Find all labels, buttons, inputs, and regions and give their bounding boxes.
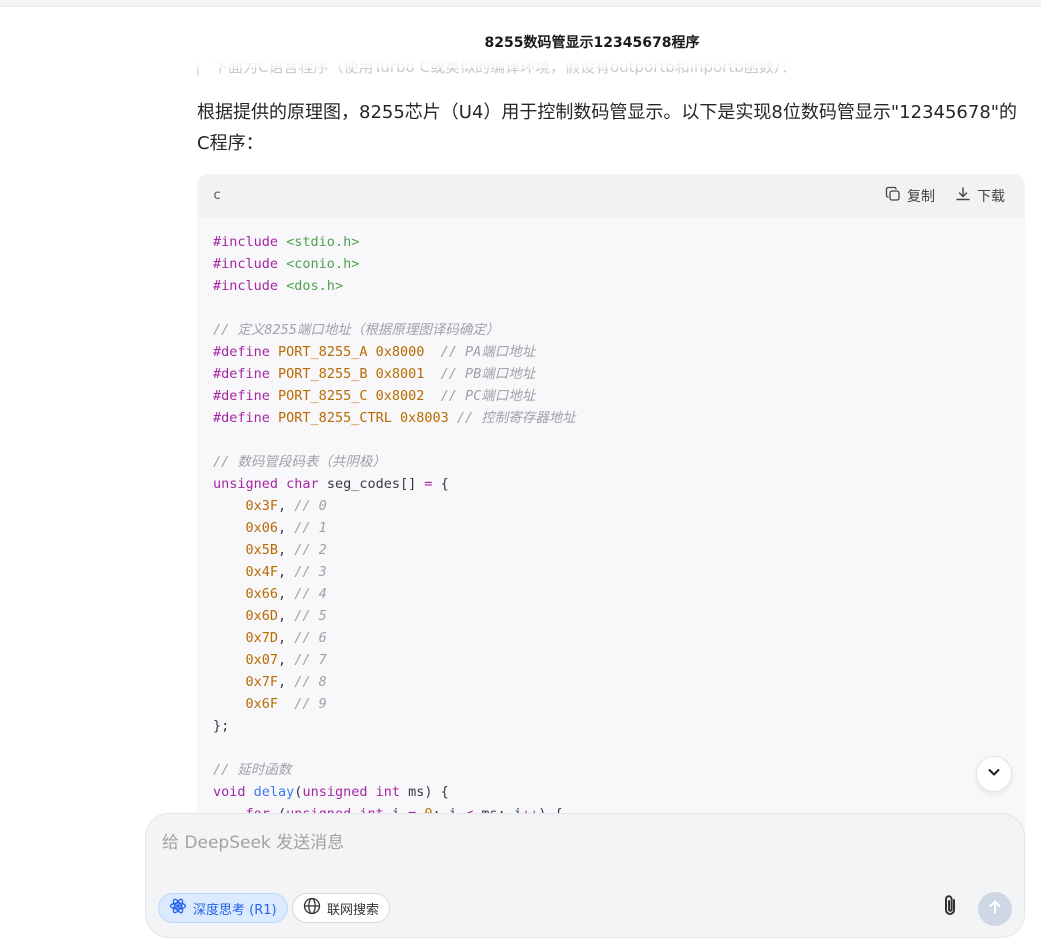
code-line: #define PORT_8255_CTRL 0x8003 // 控制寄存器地址 bbox=[213, 410, 576, 426]
page-title: 8255数码管显示12345678程序 bbox=[484, 35, 700, 51]
arrow-up-icon bbox=[987, 899, 1003, 919]
code-line: // 定义8255端口地址（根据原理图译码确定） bbox=[213, 322, 500, 338]
code-line: #include <dos.h> bbox=[213, 278, 344, 294]
download-button[interactable]: 下载 bbox=[955, 186, 1005, 206]
download-label: 下载 bbox=[977, 189, 1005, 205]
code-line: }; bbox=[213, 718, 230, 734]
message-composer: 深度思考 (R1) 联网搜索 bbox=[145, 813, 1025, 938]
code-line: 0x7D, // 6 bbox=[245, 630, 327, 646]
web-search-label: 联网搜索 bbox=[327, 902, 380, 918]
code-line: #include <stdio.h> bbox=[213, 234, 360, 250]
deep-think-icon bbox=[169, 897, 187, 919]
message-input[interactable] bbox=[160, 830, 944, 856]
fade-overlay bbox=[197, 58, 1017, 68]
code-line: 0x3F, // 0 bbox=[245, 498, 327, 514]
download-icon bbox=[955, 186, 971, 206]
code-line: #define PORT_8255_C 0x8002 // PC端口地址 bbox=[213, 388, 536, 404]
code-line: 0x6F // 9 bbox=[245, 696, 327, 712]
code-line: // 延时函数 bbox=[213, 762, 292, 778]
code-line: // 数码管段码表（共阴极） bbox=[213, 454, 386, 470]
web-search-toggle[interactable]: 联网搜索 bbox=[292, 893, 391, 923]
code-line: 0x6D, // 5 bbox=[245, 608, 327, 624]
deep-think-toggle[interactable]: 深度思考 (R1) bbox=[158, 893, 288, 923]
attach-button[interactable] bbox=[936, 893, 964, 923]
code-line: 0x07, // 7 bbox=[245, 652, 327, 668]
copy-button[interactable]: 复制 bbox=[885, 186, 935, 206]
code-line: 0x66, // 4 bbox=[245, 586, 327, 602]
copy-label: 复制 bbox=[907, 189, 935, 205]
paperclip-icon bbox=[939, 893, 961, 923]
code-block: c 复制 下载 #include <stdio.h> #include <con… bbox=[197, 174, 1025, 874]
code-line: #define PORT_8255_B 0x8001 // PB端口地址 bbox=[213, 366, 536, 382]
code-line: void delay(unsigned int ms) { bbox=[213, 784, 449, 800]
code-line: 0x06, // 1 bbox=[245, 520, 327, 536]
top-strip bbox=[0, 0, 1041, 7]
scroll-down-button[interactable] bbox=[976, 756, 1012, 792]
code-line: 0x5B, // 2 bbox=[245, 542, 327, 558]
send-button[interactable] bbox=[978, 892, 1012, 926]
code-header: c 复制 下载 bbox=[197, 174, 1025, 218]
globe-icon bbox=[303, 897, 321, 919]
answer-intro: 根据提供的原理图，8255芯片（U4）用于控制数码管显示。以下是实现8位数码管显… bbox=[197, 102, 1018, 154]
code-line: #include <conio.h> bbox=[213, 256, 360, 272]
code-line: 0x7F, // 8 bbox=[245, 674, 327, 690]
code-line: 0x4F, // 3 bbox=[245, 564, 327, 580]
code-language: c bbox=[213, 188, 221, 203]
code-content: #include <stdio.h> #include <conio.h> #i… bbox=[197, 218, 1025, 825]
chevron-down-icon bbox=[986, 764, 1002, 784]
copy-icon bbox=[885, 186, 901, 206]
code-actions: 复制 下载 bbox=[885, 186, 1005, 206]
code-line: unsigned char seg_codes[] = { bbox=[213, 476, 449, 492]
code-line: #define PORT_8255_A 0x8000 // PA端口地址 bbox=[213, 344, 536, 360]
deep-think-label: 深度思考 (R1) bbox=[193, 902, 277, 918]
